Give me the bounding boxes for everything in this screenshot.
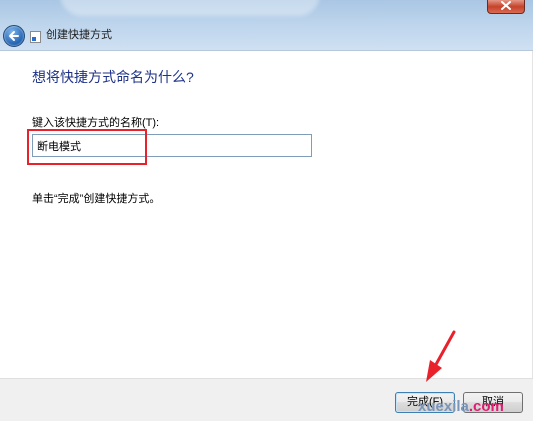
finish-hint: 单击“完成”创建快捷方式。 bbox=[32, 193, 161, 205]
title-bar-glow bbox=[60, 0, 320, 16]
window-title: 创建快捷方式 bbox=[46, 29, 112, 41]
watermark: xuexila.com bbox=[418, 398, 504, 416]
name-field-label: 键入该快捷方式的名称(T): bbox=[32, 117, 160, 129]
close-icon bbox=[501, 1, 511, 10]
page-heading: 想将快捷方式命名为什么? bbox=[32, 69, 194, 85]
back-arrow-icon bbox=[9, 31, 19, 41]
watermark-accent: .com bbox=[468, 398, 504, 415]
back-button[interactable] bbox=[3, 25, 25, 47]
shortcut-icon bbox=[30, 31, 41, 43]
title-bar: 创建快捷方式 bbox=[0, 0, 533, 50]
title-divider bbox=[0, 50, 533, 51]
shortcut-name-input[interactable] bbox=[32, 134, 312, 157]
watermark-main: xuexila bbox=[418, 398, 469, 415]
close-button[interactable] bbox=[487, 0, 525, 14]
